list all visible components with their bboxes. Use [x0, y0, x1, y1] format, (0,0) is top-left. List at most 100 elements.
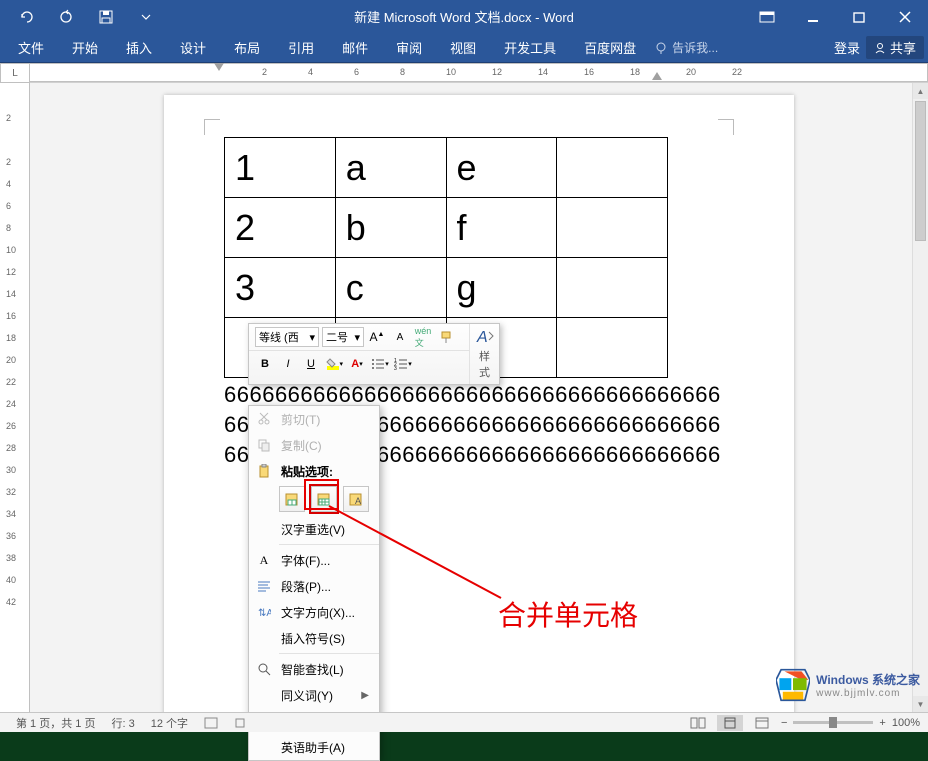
menu-hanzi[interactable]: 汉字重选(V) [249, 516, 379, 542]
tab-mailings[interactable]: 邮件 [328, 35, 382, 63]
bold-button[interactable]: B [255, 354, 275, 374]
clipboard-icon [255, 462, 273, 480]
ruler-tick: 8 [400, 67, 405, 77]
ruler-tick: 4 [308, 67, 313, 77]
menu-smart-lookup[interactable]: 智能查找(L) [249, 656, 379, 682]
close-button[interactable] [882, 0, 928, 33]
menu-paragraph[interactable]: 段落(P)... [249, 573, 379, 599]
table-cell[interactable]: g [446, 258, 557, 318]
status-macros[interactable] [226, 717, 254, 729]
format-painter-button[interactable] [436, 327, 456, 347]
redo-button[interactable] [46, 0, 86, 33]
table-cell[interactable]: b [335, 198, 446, 258]
menu-font[interactable]: A 字体(F)... [249, 547, 379, 573]
tab-developer[interactable]: 开发工具 [490, 35, 570, 63]
document-area: 2 2 4 6 8 10 12 14 16 18 20 22 24 26 28 … [0, 83, 928, 712]
ribbon-tabs: 文件 开始 插入 设计 布局 引用 邮件 审阅 视图 开发工具 百度网盘 告诉我… [0, 33, 928, 63]
table-cell[interactable]: c [335, 258, 446, 318]
svg-text:A: A [476, 329, 488, 346]
tab-file[interactable]: 文件 [4, 35, 58, 63]
paste-keep-text-button[interactable]: A [343, 486, 369, 512]
table-cell[interactable] [557, 198, 668, 258]
horizontal-ruler[interactable]: 2 4 6 8 10 12 14 16 18 20 22 [30, 63, 928, 82]
tell-me[interactable]: 告诉我... [654, 39, 718, 56]
paste-nest-table-button[interactable] [279, 486, 305, 512]
view-print-button[interactable] [717, 715, 743, 731]
table-cell[interactable]: e [446, 138, 557, 198]
table-cell[interactable]: a [335, 138, 446, 198]
menu-copy[interactable]: 复制(C) [249, 432, 379, 458]
underline-button[interactable]: U [301, 354, 321, 374]
status-page[interactable]: 第 1 页，共 1 页 [8, 715, 103, 731]
menu-synonyms[interactable]: 同义词(Y) ▶ [249, 682, 379, 708]
scroll-thumb[interactable] [915, 101, 926, 241]
maximize-button[interactable] [836, 0, 882, 33]
status-word-count[interactable]: 12 个字 [143, 715, 196, 731]
view-web-button[interactable] [749, 715, 775, 731]
minimize-button[interactable] [790, 0, 836, 33]
tab-references[interactable]: 引用 [274, 35, 328, 63]
menu-text-direction[interactable]: ⇅A 文字方向(X)... [249, 599, 379, 625]
grow-font-button[interactable]: A▲ [367, 327, 387, 347]
italic-button[interactable]: I [278, 354, 298, 374]
vruler-tick: 32 [6, 487, 16, 497]
undo-button[interactable] [6, 0, 46, 33]
table-cell[interactable]: f [446, 198, 557, 258]
zoom-level[interactable]: 100% [892, 717, 920, 729]
table-cell[interactable] [557, 318, 668, 378]
tab-layout[interactable]: 布局 [220, 35, 274, 63]
tab-insert[interactable]: 插入 [112, 35, 166, 63]
table-cell[interactable]: 3 [225, 258, 336, 318]
table-cell[interactable] [557, 258, 668, 318]
font-color-button[interactable]: A▾ [347, 354, 367, 374]
menu-cut[interactable]: 剪切(T) [249, 406, 379, 432]
menu-insert-symbol[interactable]: 插入符号(S) [249, 625, 379, 651]
svg-text:3: 3 [394, 366, 397, 370]
vertical-ruler[interactable]: 2 2 4 6 8 10 12 14 16 18 20 22 24 26 28 … [0, 83, 30, 712]
shrink-font-button[interactable]: A [390, 327, 410, 347]
bullets-button[interactable]: ▾ [370, 354, 390, 374]
indent-marker[interactable] [214, 63, 224, 73]
highlight-button[interactable]: ▾ [324, 354, 344, 374]
tab-view[interactable]: 视图 [436, 35, 490, 63]
status-language[interactable] [196, 717, 226, 729]
zoom-in-button[interactable]: + [879, 717, 885, 729]
table-cell[interactable]: 1 [225, 138, 336, 198]
menu-cut-label: 剪切(T) [281, 411, 369, 428]
tab-home[interactable]: 开始 [58, 35, 112, 63]
status-line[interactable]: 行: 3 [103, 715, 142, 731]
login-link[interactable]: 登录 [834, 38, 860, 57]
styles-button[interactable]: A 样式 [469, 324, 499, 384]
font-name-combo[interactable]: 等线 (西▾ [255, 327, 319, 347]
tab-baidu[interactable]: 百度网盘 [570, 35, 650, 63]
ruler-tick: 12 [492, 67, 502, 77]
font-size-combo[interactable]: 二号▾ [322, 327, 364, 347]
tab-selector[interactable]: L [0, 63, 30, 83]
document-scroll[interactable]: 1 a e 2 b f 3 c g [30, 83, 928, 712]
vruler-tick: 22 [6, 377, 16, 387]
zoom-out-button[interactable]: − [781, 717, 787, 729]
tab-review[interactable]: 审阅 [382, 35, 436, 63]
tab-design[interactable]: 设计 [166, 35, 220, 63]
menu-english-assistant[interactable]: 英语助手(A) [249, 734, 379, 760]
zoom-thumb[interactable] [829, 717, 837, 728]
scroll-up-button[interactable]: ▲ [913, 83, 928, 99]
language-icon [204, 717, 218, 729]
phonetic-guide-button[interactable]: wén文 [413, 327, 433, 347]
qat-more-button[interactable] [126, 0, 166, 33]
save-button[interactable] [86, 0, 126, 33]
table-cell[interactable]: 2 [225, 198, 336, 258]
paste-merge-cells-button[interactable] [311, 486, 337, 512]
ribbon-display-button[interactable] [744, 0, 790, 33]
right-indent-marker[interactable] [652, 72, 662, 82]
numbering-button[interactable]: 123▾ [393, 354, 413, 374]
vertical-scrollbar[interactable]: ▲ ▼ [912, 83, 928, 712]
table-cell[interactable] [557, 138, 668, 198]
zoom-slider[interactable] [793, 721, 873, 724]
styles-label: 样式 [476, 348, 493, 380]
menu-paste-options: 粘贴选项: [249, 458, 379, 484]
menu-english-assistant-label: 英语助手(A) [281, 739, 369, 756]
share-button[interactable]: 共享 [866, 36, 924, 59]
view-read-button[interactable] [685, 715, 711, 731]
ruler-tick: 18 [630, 67, 640, 77]
